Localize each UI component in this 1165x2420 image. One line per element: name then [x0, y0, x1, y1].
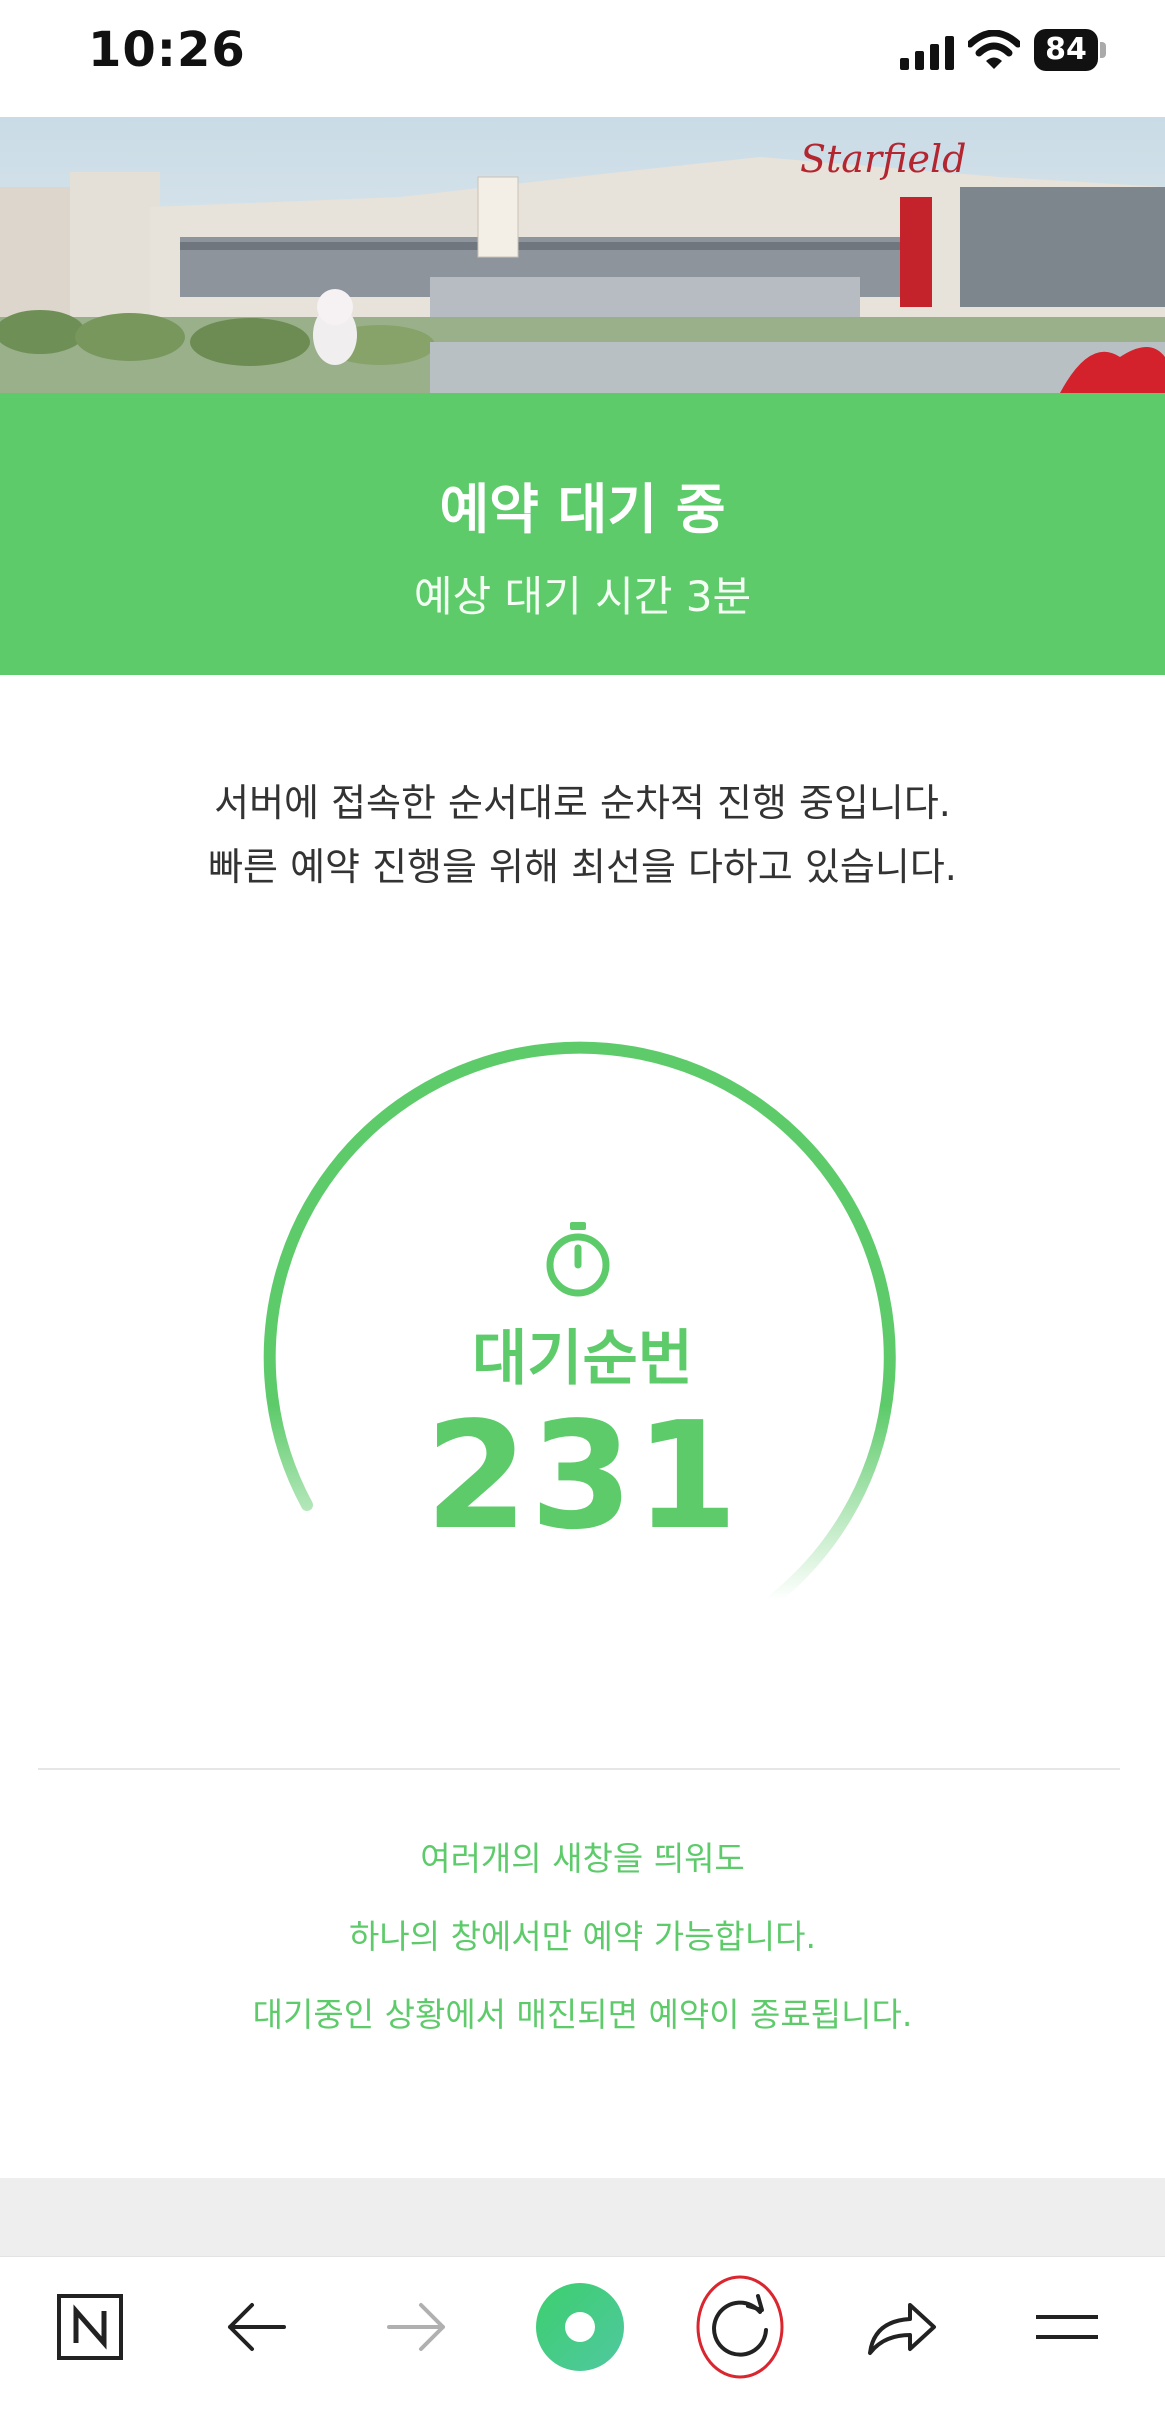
battery-icon: 84 — [1034, 29, 1106, 71]
warning-line-1: 여러개의 새창을 띄워도 — [420, 1839, 745, 1878]
page-bottom-band — [0, 2178, 1165, 2256]
queue-label: 대기순번 — [472, 1324, 693, 1394]
share-icon — [868, 2303, 936, 2355]
home-dot-button[interactable] — [520, 2257, 640, 2397]
menu-button[interactable] — [1007, 2257, 1127, 2397]
warning-line-2: 하나의 창에서만 예약 가능합니다. — [349, 1917, 816, 1956]
menu-icon — [1036, 2315, 1098, 2339]
status-time: 10:26 — [88, 22, 246, 78]
battery-level: 84 — [1034, 29, 1098, 71]
cellular-signal-icon — [900, 36, 954, 70]
reload-button[interactable] — [680, 2257, 800, 2397]
banner-title: 예약 대기 중 — [439, 478, 726, 541]
home-dot-icon — [536, 2283, 624, 2371]
warning-line-3: 대기중인 상황에서 매진되면 예약이 종료됩니다. — [252, 1995, 913, 2034]
browser-toolbar — [0, 2256, 1165, 2420]
reload-icon — [696, 2275, 784, 2379]
queue-number: 231 — [425, 1390, 740, 1562]
stopwatch-icon — [546, 1222, 610, 1297]
estimated-wait-time: 예상 대기 시간 3분 — [413, 572, 752, 621]
wifi-icon — [968, 30, 1020, 69]
status-bar: 10:26 84 — [0, 0, 1165, 117]
notice-line-1: 서버에 접속한 순서대로 순차적 진행 중입니다. — [214, 781, 951, 825]
forward-arrow-icon — [387, 2303, 445, 2351]
waiting-banner: 예약 대기 중 예상 대기 시간 3분 — [0, 393, 1165, 675]
back-button[interactable] — [196, 2257, 316, 2397]
naver-home-button[interactable] — [30, 2257, 150, 2397]
share-button[interactable] — [842, 2257, 962, 2397]
hero-image: Starfield — [0, 117, 1165, 393]
forward-button[interactable] — [357, 2257, 477, 2397]
back-arrow-icon — [228, 2303, 286, 2351]
naver-icon — [57, 2294, 123, 2360]
divider — [38, 1768, 1120, 1770]
notice-line-2: 빠른 예약 진행을 위해 최선을 다하고 있습니다. — [208, 845, 957, 889]
svg-text:Starfield: Starfield — [800, 137, 966, 181]
